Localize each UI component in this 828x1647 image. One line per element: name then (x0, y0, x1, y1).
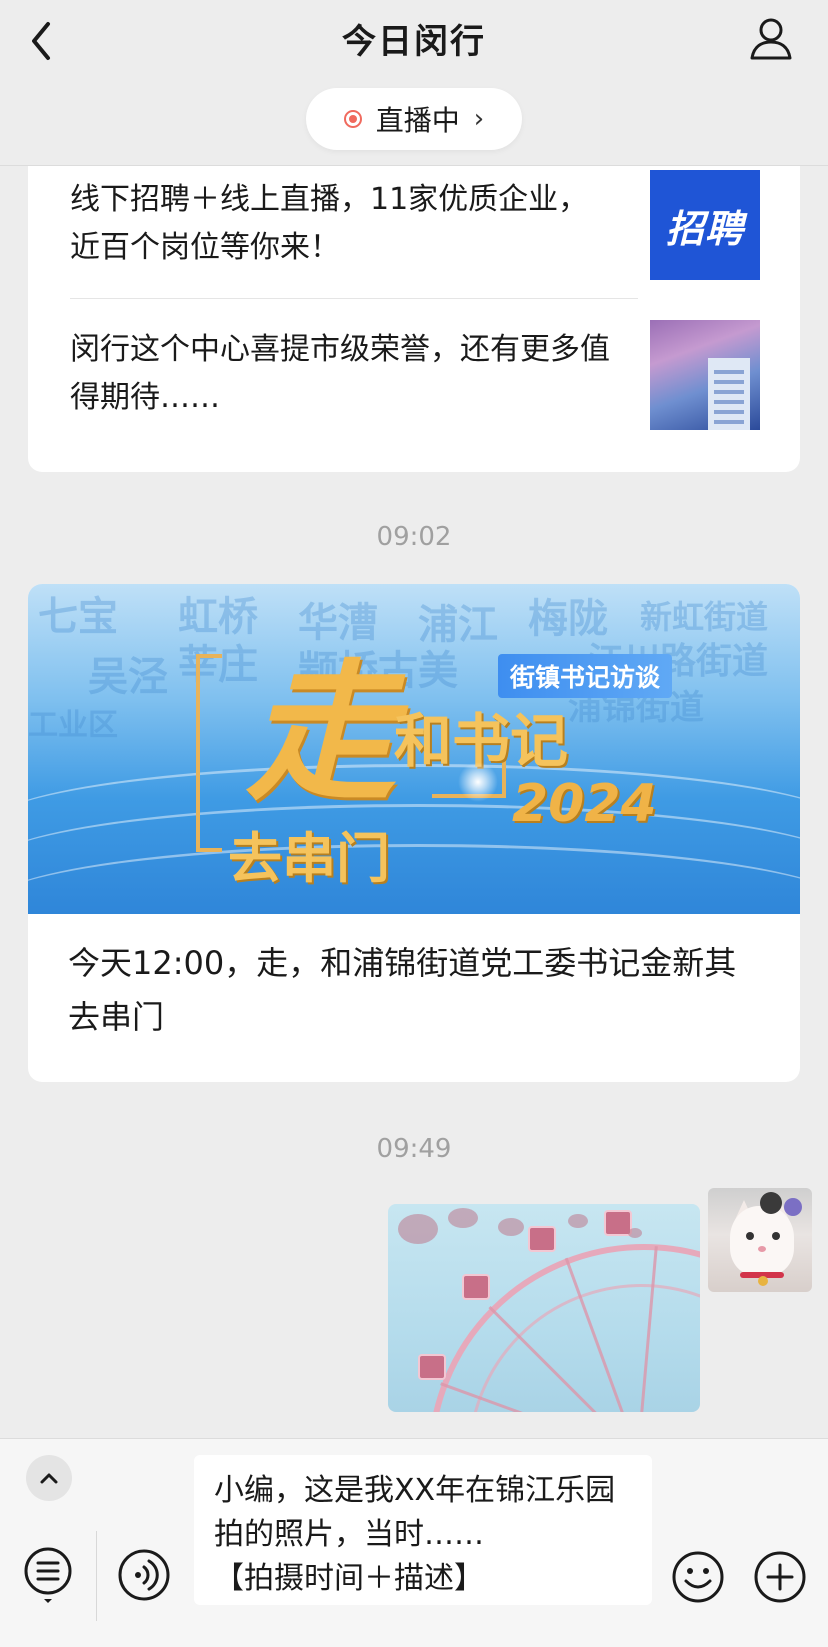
sent-photo-ferris-wheel[interactable] (388, 1204, 700, 1412)
article-title[interactable]: 今天12:00，走，和浦锦街道党工委书记金新其去串门 (68, 936, 768, 1044)
banner-bg-text: 工业区 (28, 708, 118, 743)
banner-bracket (196, 654, 222, 852)
menu-list-icon[interactable] (22, 1545, 74, 1605)
banner-bg-text: 七宝 (38, 594, 118, 640)
chevron-up-icon (40, 1473, 58, 1484)
live-status-button[interactable]: 直播中 › (306, 88, 522, 150)
page-title: 今日闵行 (342, 22, 486, 62)
chat-input-bar: 小编，这是我XX年在锦江乐园拍的照片，当时…… 【拍摄时间＋描述】 (0, 1438, 828, 1647)
voice-icon[interactable] (116, 1547, 172, 1603)
message-input[interactable]: 小编，这是我XX年在锦江乐园拍的照片，当时…… 【拍摄时间＋描述】 (194, 1455, 652, 1605)
thumbnail-text: 招聘 (665, 206, 744, 251)
news-thumbnail[interactable]: 招聘 (650, 170, 760, 280)
banner-year: 2024 (512, 774, 657, 834)
message-timestamp: 09:49 (376, 1134, 452, 1164)
live-label: 直播中 (375, 104, 460, 137)
banner-title-main: 走 (246, 647, 397, 821)
news-thumbnail[interactable] (650, 320, 760, 430)
lens-flare (458, 762, 498, 802)
banner-bg-text: 吴泾 (88, 654, 168, 700)
avatar[interactable] (708, 1188, 812, 1292)
banner-tag: 街镇书记访谈 (498, 654, 673, 698)
article-banner-image: 七宝 虹桥 华漕 浦江 梅陇 新虹街道 吴泾 莘庄 颛桥 古美 江川路街道 浦锦… (28, 584, 800, 914)
chevron-right-icon: › (473, 104, 485, 134)
banner-title-tertiary: 去串门 (228, 827, 390, 890)
news-divider (70, 298, 638, 299)
collapse-button[interactable] (26, 1455, 72, 1501)
plus-icon[interactable] (752, 1549, 808, 1605)
news-item-title[interactable]: 线下招聘＋线上直播，11家优质企业，近百个岗位等你来！ (70, 176, 610, 272)
input-divider (96, 1531, 97, 1621)
top-nav-bar: 今日闵行 直播中 › (0, 0, 828, 165)
person-icon[interactable] (746, 14, 796, 64)
article-card[interactable]: 七宝 虹桥 华漕 浦江 梅陇 新虹街道 吴泾 莘庄 颛桥 古美 江川路街道 浦锦… (28, 584, 800, 1082)
news-item-title[interactable]: 闵行这个中心喜提市级荣誉，还有更多值得期待…… (70, 326, 610, 422)
message-timestamp: 09:02 (376, 522, 452, 552)
emoji-icon[interactable] (670, 1549, 726, 1605)
live-record-icon (343, 110, 362, 128)
news-list-card: 线下招聘＋线上直播，11家优质企业，近百个岗位等你来！ 招聘 闵行这个中心喜提市… (28, 166, 800, 472)
